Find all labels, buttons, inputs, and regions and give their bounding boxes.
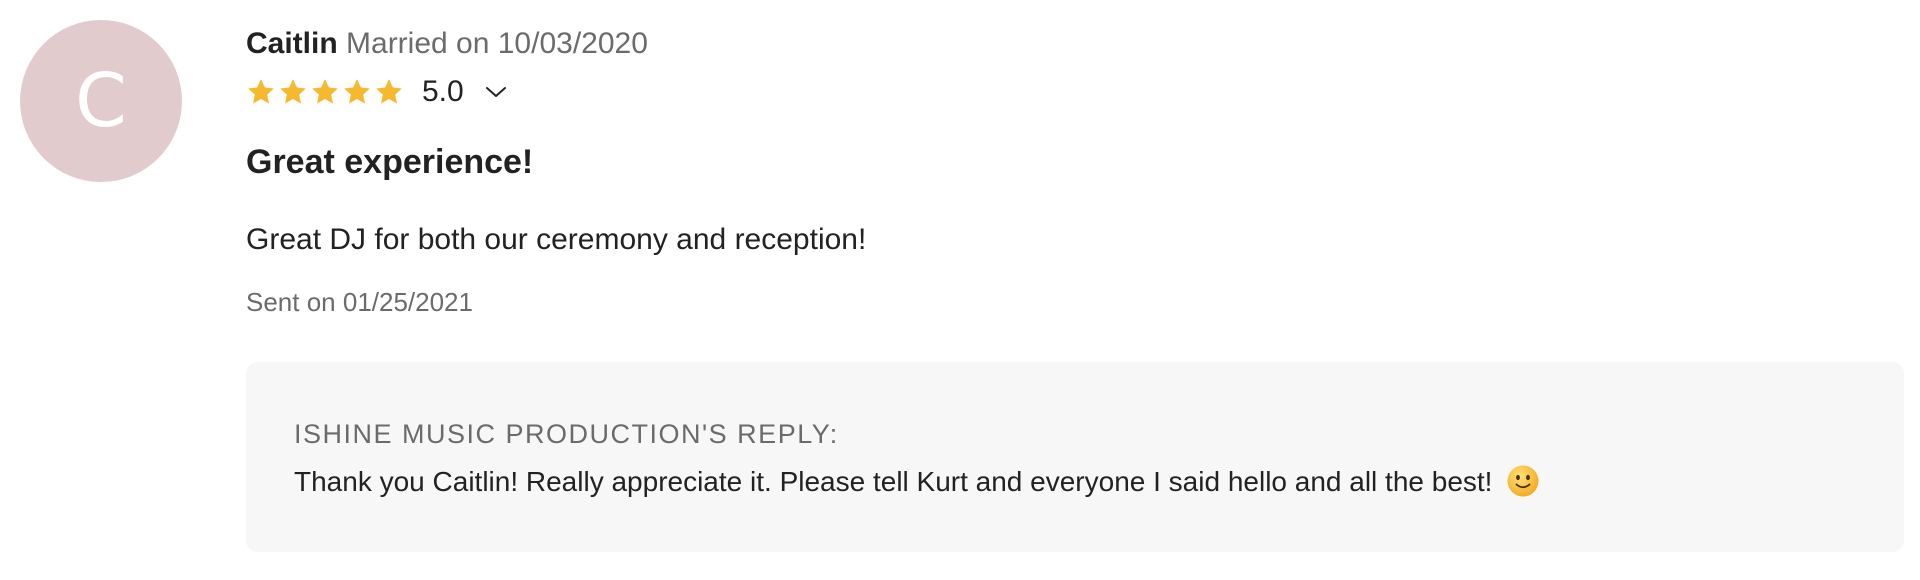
reply-text-line: Thank you Caitlin! Really appreciate it.… <box>294 462 1540 502</box>
star-icon <box>248 79 274 104</box>
review-card: C Caitlin Married on 10/03/2020 5.0 Grea… <box>0 0 1920 580</box>
reply-text: Thank you Caitlin! Really appreciate it.… <box>294 466 1493 497</box>
star-icon <box>312 79 338 104</box>
star-rating <box>246 77 404 107</box>
review-header: Caitlin Married on 10/03/2020 <box>246 26 1906 62</box>
author-name: Caitlin <box>246 27 338 60</box>
review-body: Great DJ for both our ceremony and recep… <box>246 223 867 256</box>
avatar-initial: C <box>75 58 127 144</box>
sent-date: Sent on 01/25/2021 <box>246 287 473 317</box>
reply-label: ISHINE MUSIC PRODUCTION'S REPLY: <box>294 419 839 449</box>
star-icon <box>344 79 370 104</box>
chevron-down-icon[interactable] <box>484 80 508 104</box>
married-date: Married on 10/03/2020 <box>346 27 648 60</box>
avatar: C <box>20 20 182 182</box>
star-icon <box>376 79 402 104</box>
rating-value: 5.0 <box>422 75 464 108</box>
review-title: Great experience! <box>246 143 534 181</box>
smiley-icon <box>1507 465 1539 497</box>
star-icon <box>280 79 306 104</box>
vendor-reply: ISHINE MUSIC PRODUCTION'S REPLY: Thank y… <box>246 362 1904 552</box>
review-content: Caitlin Married on 10/03/2020 5.0 Great … <box>246 26 1906 318</box>
rating-row: 5.0 <box>246 72 1906 112</box>
